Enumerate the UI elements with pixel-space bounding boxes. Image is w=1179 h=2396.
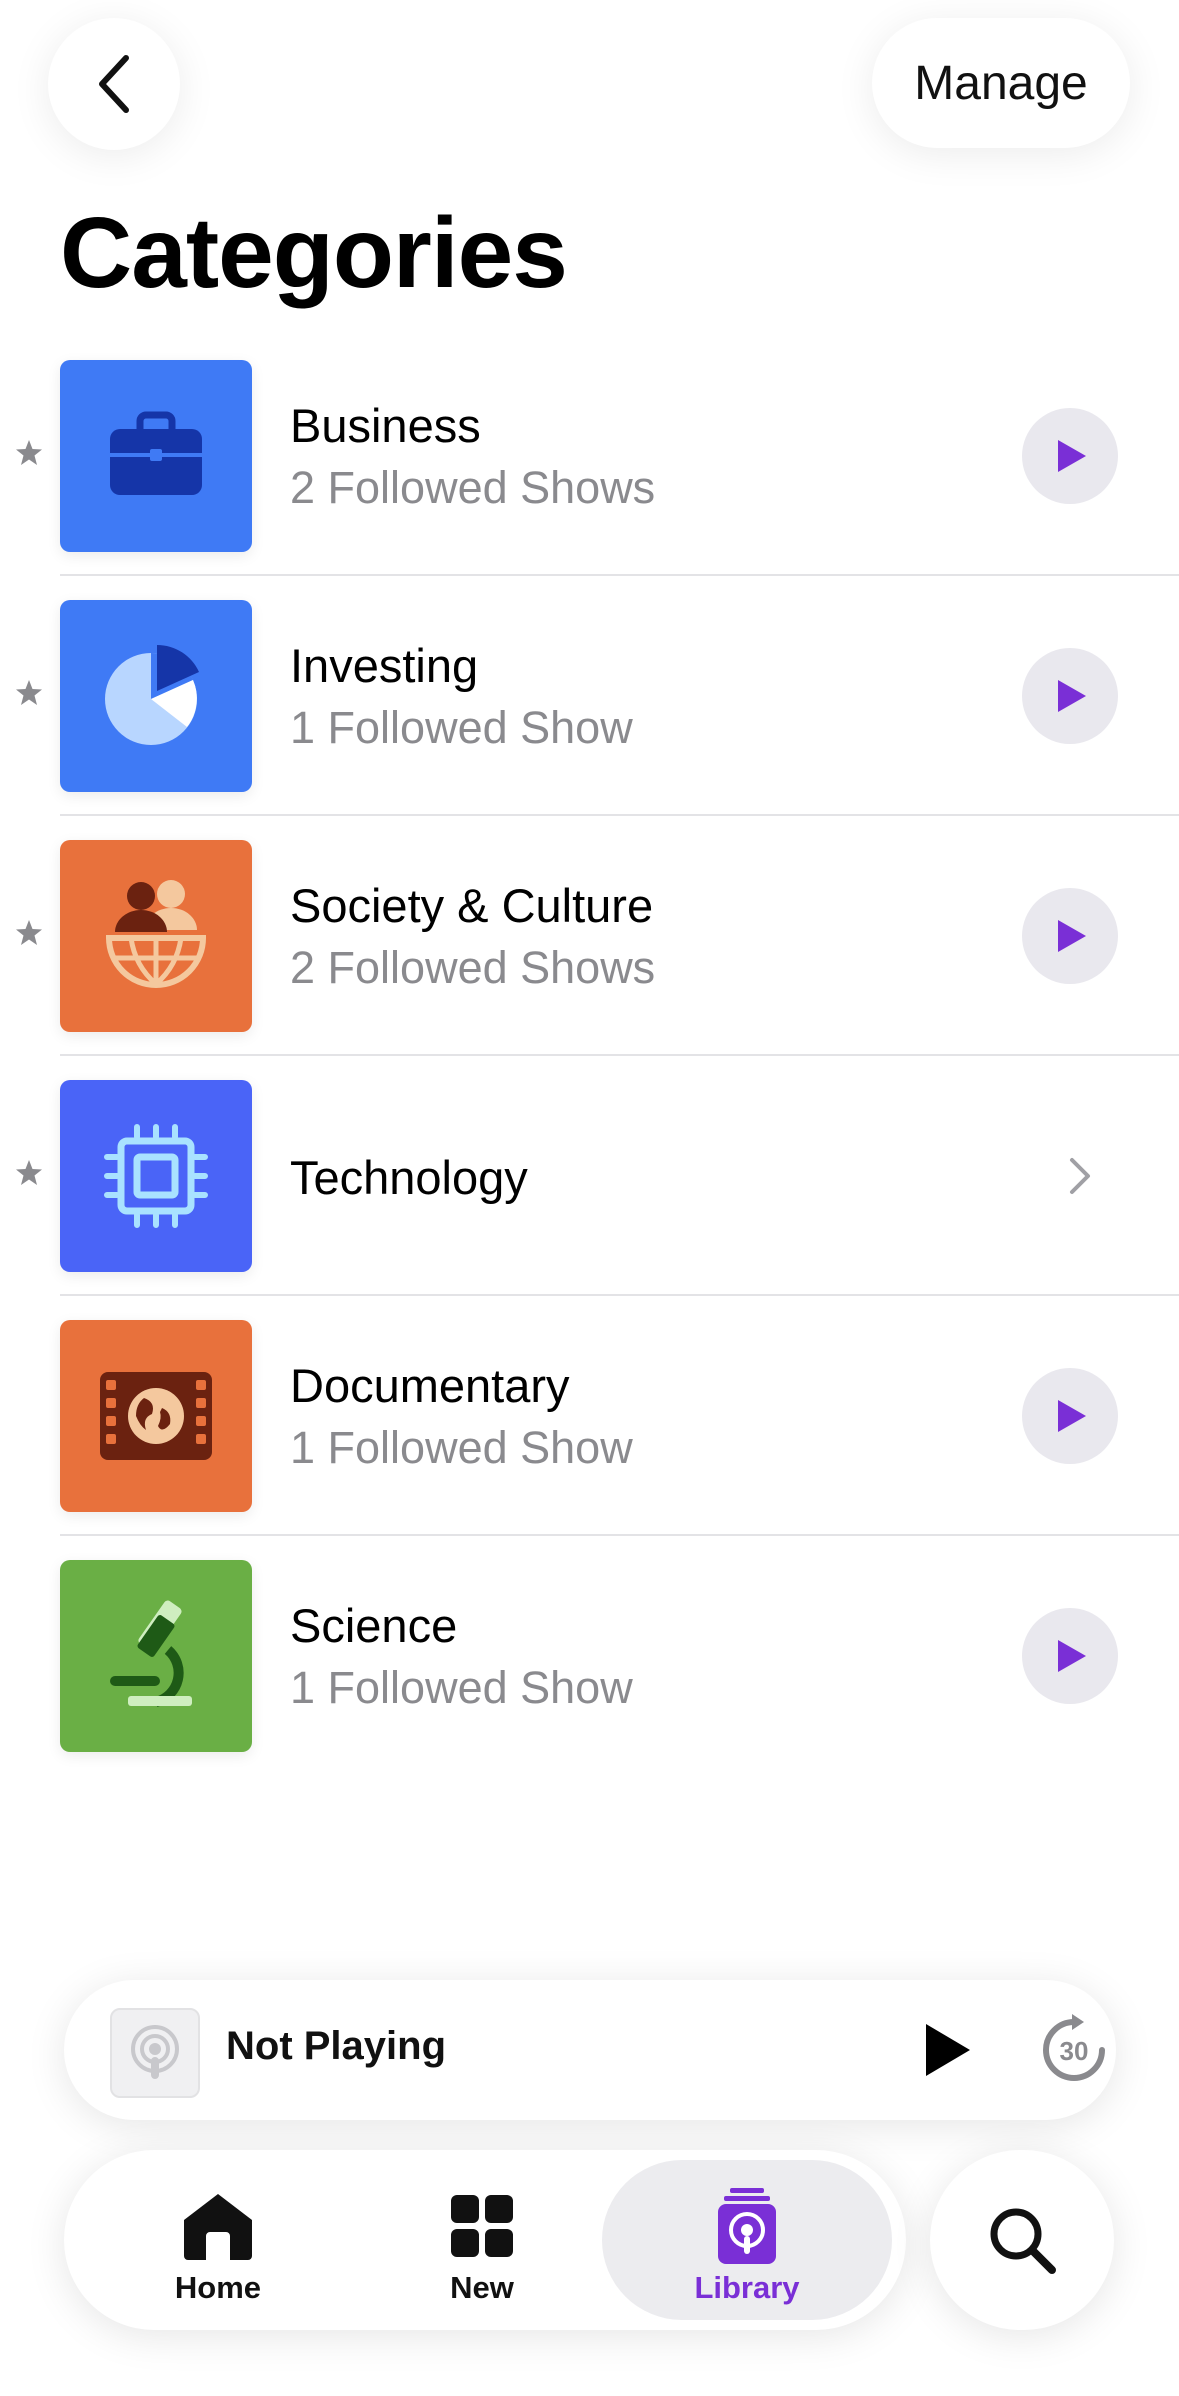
search-icon: [990, 2208, 1056, 2274]
category-name: Society & Culture: [290, 879, 654, 932]
category-row-investing[interactable]: Investing 1 Followed Show: [0, 576, 1179, 816]
category-row-technology[interactable]: Technology: [0, 1056, 1179, 1296]
favorite-star-icon: [16, 680, 42, 705]
favorite-star-icon: [16, 920, 42, 945]
category-row-business[interactable]: Business 2 Followed Shows: [0, 336, 1179, 576]
now-playing-artwork: [110, 2008, 200, 2098]
play-icon: [1058, 920, 1086, 952]
play-button[interactable]: [1022, 1608, 1118, 1704]
tab-label: Library: [694, 2270, 800, 2305]
now-playing-title: Not Playing: [226, 2024, 447, 2068]
tab-library[interactable]: Library: [602, 2160, 892, 2320]
category-subtitle: 1 Followed Show: [290, 1422, 633, 1473]
play-icon[interactable]: [914, 2018, 978, 2082]
podcast-icon: [131, 2025, 179, 2079]
mini-player[interactable]: Not Playing 30: [64, 1980, 1116, 2120]
film-globe-icon: [100, 1372, 212, 1460]
category-subtitle: 2 Followed Shows: [290, 942, 656, 993]
search-button[interactable]: [930, 2150, 1114, 2330]
category-row-society-culture[interactable]: Society & Culture 2 Followed Shows: [0, 816, 1179, 1056]
skip-forward-30-icon[interactable]: 30: [1036, 2012, 1112, 2088]
chevron-left-icon: [99, 55, 129, 113]
chip-icon: [104, 1124, 208, 1228]
microscope-icon: [110, 1600, 192, 1707]
manage-button[interactable]: Manage: [872, 18, 1130, 148]
category-tile-documentary: [60, 1320, 252, 1512]
play-icon: [1058, 1640, 1086, 1672]
tab-new[interactable]: New: [348, 2160, 616, 2320]
back-button[interactable]: [48, 18, 180, 150]
home-icon: [184, 2194, 252, 2260]
category-subtitle: 2 Followed Shows: [290, 462, 656, 513]
page-title: Categories: [60, 197, 568, 309]
category-tile-investing: [60, 600, 252, 792]
tab-label: New: [450, 2270, 514, 2305]
podcast-library-icon: [718, 2188, 776, 2264]
category-subtitle: 1 Followed Show: [290, 702, 633, 753]
tab-bar: Home New Library: [64, 2150, 906, 2330]
play-icon: [1058, 1400, 1086, 1432]
category-name: Investing: [290, 639, 479, 692]
category-name: Documentary: [290, 1359, 570, 1412]
category-name: Technology: [290, 1151, 528, 1204]
category-subtitle: 1 Followed Show: [290, 1662, 633, 1713]
chevron-right-icon: [1070, 1158, 1090, 1194]
category-row-science[interactable]: Science 1 Followed Show: [0, 1536, 1179, 1776]
play-button[interactable]: [1022, 1368, 1118, 1464]
skip-label: 30: [1060, 2036, 1089, 2066]
play-button[interactable]: [1022, 408, 1118, 504]
category-row-documentary[interactable]: Documentary 1 Followed Show: [0, 1296, 1179, 1536]
play-button[interactable]: [1022, 648, 1118, 744]
category-tile-technology: [60, 1080, 252, 1272]
category-name: Business: [290, 399, 481, 452]
favorite-star-icon: [16, 440, 42, 465]
briefcase-icon: [110, 411, 202, 495]
grid-icon: [451, 2195, 513, 2257]
category-tile-society-culture: [60, 840, 252, 1032]
people-globe-icon: [105, 880, 207, 988]
category-tile-business: [60, 360, 252, 552]
play-button[interactable]: [1022, 888, 1118, 984]
pie-chart-icon: [105, 644, 199, 745]
tab-label: Home: [174, 2270, 262, 2305]
category-tile-science: [60, 1560, 252, 1752]
play-icon: [1058, 680, 1086, 712]
favorite-star-icon: [16, 1160, 42, 1185]
play-icon: [1058, 440, 1086, 472]
tab-home[interactable]: Home: [84, 2160, 352, 2320]
category-name: Science: [290, 1599, 458, 1652]
